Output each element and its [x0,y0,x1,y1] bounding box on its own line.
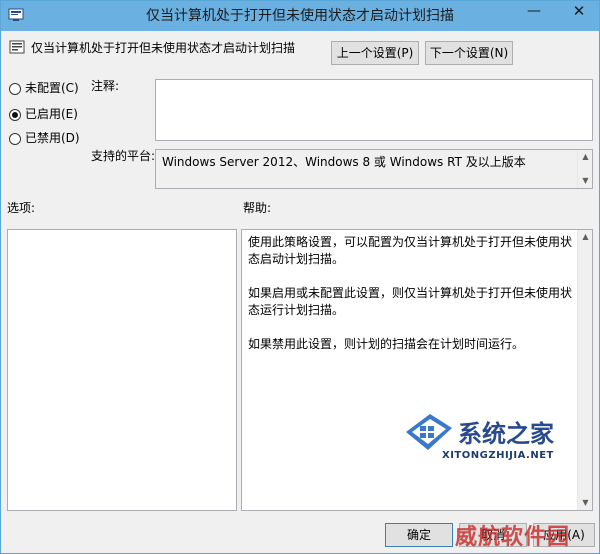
supported-platform-field: Windows Server 2012、Windows 8 或 Windows … [155,149,593,189]
window-title: 仅当计算机处于打开但未使用状态才启动计划扫描 [146,8,454,24]
help-paragraph: 如果启用或未配置此设置，则仅当计算机处于打开但未使用状态运行计划扫描。 [248,286,573,317]
close-button[interactable]: ✕ [561,1,597,23]
radio-label: 未配置(C) [25,81,79,95]
supported-platform-value: Windows Server 2012、Windows 8 或 Windows … [162,155,526,169]
radio-button-icon[interactable] [9,132,21,145]
options-panel [7,229,237,511]
scroll-up-icon[interactable]: ▲ [578,230,593,244]
watermark-stamp: 威航软件园 [455,524,571,550]
radio-label: 已启用(E) [25,107,78,121]
title-bar[interactable]: 仅当计算机处于打开但未使用状态才启动计划扫描 — ✕ [1,1,599,31]
site-watermark: 系统之家 XITONGZHIJIA.NET [402,410,582,486]
next-setting-button[interactable]: 下一个设置(N) [425,41,513,65]
previous-setting-button[interactable]: 上一个设置(P) [331,41,419,65]
watermark-title: 系统之家 [458,419,554,448]
comment-label: 注释: [91,79,120,93]
comment-textarea[interactable] [155,79,593,141]
help-label: 帮助: [243,201,272,215]
ok-button[interactable]: 确定 [385,523,453,547]
policy-setting-icon [9,40,25,54]
policy-name: 仅当计算机处于打开但未使用状态才启动计划扫描 [31,41,296,55]
help-paragraph: 如果禁用此设置，则计划的扫描会在计划时间运行。 [248,337,525,351]
supported-platform-label: 支持的平台: [91,149,156,163]
scroll-up-icon[interactable]: ▲ [578,150,593,164]
scroll-down-icon[interactable]: ▼ [578,174,593,188]
radio-enabled[interactable]: 已启用(E) [9,105,78,123]
help-panel: 使用此策略设置，可以配置为仅当计算机处于打开但未使用状态启动计划扫描。 如果启用… [241,229,593,511]
scroll-down-icon[interactable]: ▼ [578,496,593,510]
options-label: 选项: [7,201,36,215]
radio-disabled[interactable]: 已禁用(D) [9,129,80,147]
platform-scrollbar[interactable]: ▲ ▼ [577,150,592,188]
watermark-url: XITONGZHIJIA.NET [442,450,554,461]
help-text: 使用此策略设置，可以配置为仅当计算机处于打开但未使用状态启动计划扫描。 如果启用… [248,234,574,370]
minimize-button[interactable]: — [521,1,547,23]
policy-dialog-window: 仅当计算机处于打开但未使用状态才启动计划扫描 — ✕ 仅当计算机处于打开但未使用… [0,0,600,554]
radio-button-icon[interactable] [9,82,21,95]
radio-label: 已禁用(D) [25,131,80,145]
dialog-content: 仅当计算机处于打开但未使用状态才启动计划扫描 上一个设置(P) 下一个设置(N)… [5,31,595,551]
radio-not-configured[interactable]: 未配置(C) [9,79,79,97]
radio-button-selected-icon[interactable] [9,108,21,121]
help-paragraph: 使用此策略设置，可以配置为仅当计算机处于打开但未使用状态启动计划扫描。 [248,235,573,266]
